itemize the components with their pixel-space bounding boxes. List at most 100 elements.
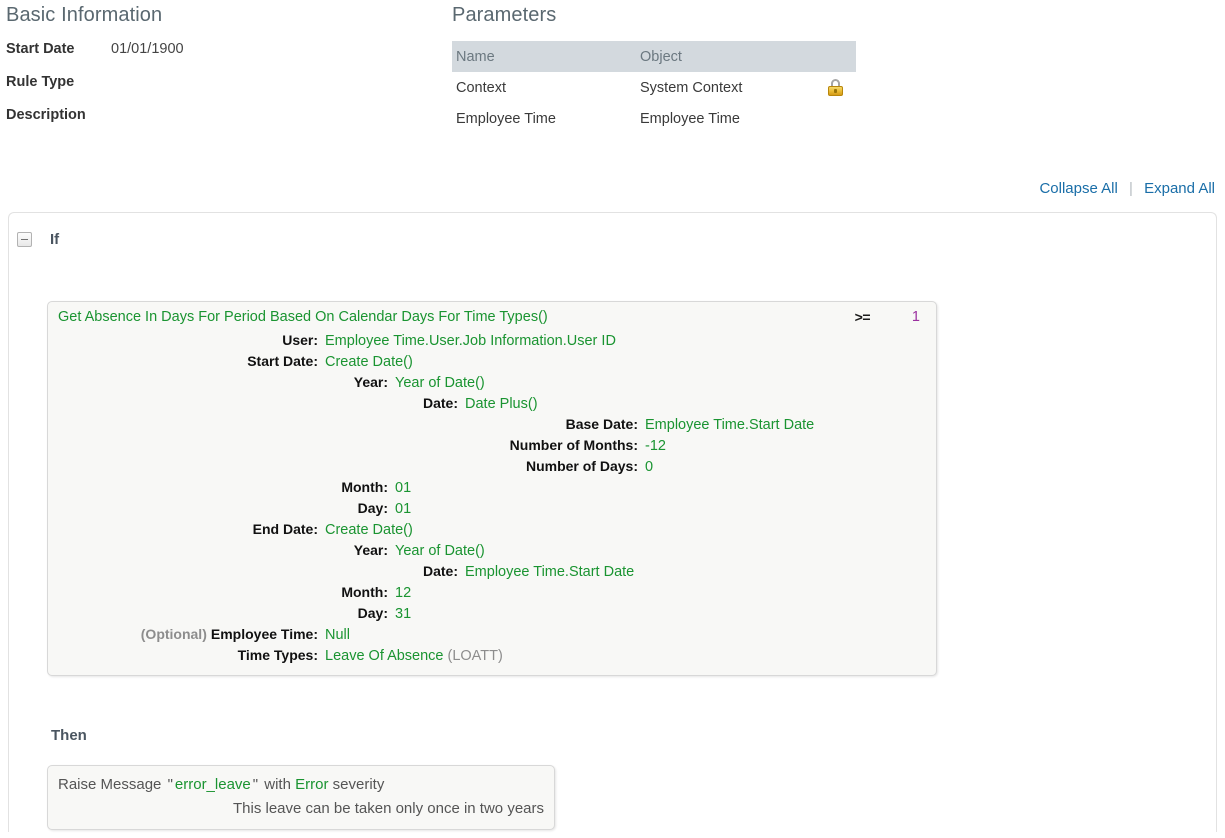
top-info-area: Basic Information Start Date 01/01/1900 …: [0, 0, 1225, 172]
condition-function-header: Get Absence In Days For Period Based On …: [58, 309, 926, 330]
argument-label-text: Date:: [422, 395, 458, 411]
condition-argument-row: Month: 12: [58, 582, 926, 603]
argument-value: Year of Date(): [395, 543, 485, 559]
condition-argument-row: Base Date: Employee Time.Start Date: [58, 414, 926, 435]
column-header-object: Object: [636, 41, 814, 72]
rule-editor-container: If Get Absence In Days For Period Based …: [8, 212, 1217, 832]
description-label: Description: [6, 107, 86, 123]
basic-info-row-description: Description: [6, 107, 426, 140]
argument-value: Employee Time.User.Job Information.User …: [325, 333, 616, 349]
argument-label-text: Year:: [353, 374, 388, 390]
link-divider: |: [1129, 180, 1133, 197]
condition-argument-row: Date: Date Plus(): [58, 393, 926, 414]
parameter-name-employee-time: Employee Time: [456, 111, 556, 127]
then-label: Then: [51, 727, 87, 744]
argument-label: Number of Months:: [58, 435, 638, 456]
argument-value: Employee Time.Start Date: [465, 564, 635, 580]
argument-value: Create Date(): [325, 522, 413, 538]
condition-argument-row: Year: Year of Date(): [58, 540, 926, 561]
collapse-expand-bar: Collapse All | Expand All: [1039, 180, 1215, 197]
argument-label-text: Day:: [357, 605, 388, 621]
condition-argument-row: Time Types: Leave Of Absence (LOATT): [58, 645, 926, 666]
argument-value: 12: [395, 585, 412, 601]
argument-value: 01: [395, 480, 412, 496]
argument-label-text: Time Types:: [237, 647, 318, 663]
condition-argument-row: Day: 01: [58, 498, 926, 519]
rule-type-label: Rule Type: [6, 74, 75, 90]
argument-label: Number of Days:: [58, 456, 638, 477]
argument-label: Day:: [58, 498, 388, 519]
table-row: Context System Context: [452, 72, 856, 104]
raise-message-verb: Raise Message: [58, 776, 162, 793]
severity-word: severity: [332, 776, 385, 793]
with-word: with: [264, 776, 291, 793]
basic-info-row-start-date: Start Date 01/01/1900: [6, 41, 426, 74]
close-quote: ": [252, 776, 259, 793]
condition-argument-row: Number of Months: -12: [58, 435, 926, 456]
expand-all-link[interactable]: Expand All: [1144, 180, 1215, 197]
message-key: error_leave: [174, 776, 251, 793]
parameter-object-context: System Context: [640, 80, 743, 96]
argument-label-text: Year:: [353, 542, 388, 558]
argument-label: (Optional) Employee Time:: [58, 624, 318, 645]
argument-label: Date:: [58, 561, 458, 582]
parameters-table: Name Object Context System Context Emplo…: [452, 41, 856, 134]
argument-value-suffix: (LOATT): [447, 648, 503, 664]
message-text: This leave can be taken only once in two…: [232, 800, 544, 817]
action-expression-box[interactable]: Raise Message " error_leave " with Error s…: [47, 765, 555, 830]
argument-label-text: User:: [282, 332, 318, 348]
parameters-header-row: Name Object: [452, 41, 856, 72]
argument-label: Base Date:: [58, 414, 638, 435]
argument-label: Day:: [58, 603, 388, 624]
argument-label-text: Number of Months:: [509, 437, 638, 453]
basic-info-row-rule-type: Rule Type: [6, 74, 426, 107]
argument-label: Time Types:: [58, 645, 318, 666]
argument-value: Year of Date(): [395, 375, 485, 391]
argument-label-text: Employee Time:: [210, 626, 318, 642]
argument-value: 01: [395, 501, 412, 517]
condition-expression-box[interactable]: Get Absence In Days For Period Based On …: [47, 301, 937, 676]
start-date-value: 01/01/1900: [111, 41, 184, 57]
basic-information-section: Basic Information Start Date 01/01/1900 …: [6, 4, 426, 140]
argument-label: Month:: [58, 582, 388, 603]
argument-label: Start Date:: [58, 351, 318, 372]
argument-label-text: End Date:: [252, 521, 318, 537]
argument-label-text: Day:: [357, 500, 388, 516]
argument-label-text: Month:: [341, 479, 388, 495]
argument-value: Null: [325, 627, 350, 643]
collapse-all-link[interactable]: Collapse All: [1039, 180, 1117, 197]
argument-value: Create Date(): [325, 354, 413, 370]
argument-value: Date Plus(): [465, 396, 538, 412]
parameters-title: Parameters: [452, 4, 557, 26]
argument-label-text: Month:: [341, 584, 388, 600]
argument-label-text: Base Date:: [565, 416, 638, 432]
parameter-lock-cell-empty: [814, 104, 856, 134]
condition-argument-row: Number of Days: 0: [58, 456, 926, 477]
condition-argument-row: Start Date: Create Date(): [58, 351, 926, 372]
argument-label: User:: [58, 330, 318, 351]
lock-icon: [827, 79, 843, 96]
condition-argument-row: End Date: Create Date(): [58, 519, 926, 540]
argument-label: End Date:: [58, 519, 318, 540]
argument-label-text: Start Date:: [247, 353, 318, 369]
if-section-header: If: [17, 231, 59, 248]
condition-argument-row: Day: 31: [58, 603, 926, 624]
argument-label-text: Date:: [422, 563, 458, 579]
start-date-label: Start Date: [6, 41, 75, 57]
column-header-lock: [814, 41, 856, 72]
open-quote: ": [167, 776, 173, 793]
condition-argument-row: Year: Year of Date(): [58, 372, 926, 393]
argument-value: -12: [645, 438, 666, 454]
parameter-object-employee-time: Employee Time: [640, 111, 740, 127]
table-row: Employee Time Employee Time: [452, 104, 856, 134]
basic-information-title: Basic Information: [6, 4, 163, 26]
argument-label-text: Number of Days:: [525, 458, 638, 474]
argument-label: Date:: [58, 393, 458, 414]
argument-label: Month:: [58, 477, 388, 498]
severity-value: Error: [295, 776, 329, 793]
condition-argument-row: Month: 01: [58, 477, 926, 498]
argument-value: Employee Time.Start Date: [645, 417, 815, 433]
condition-argument-row: User: Employee Time.User.Job Information.…: [58, 330, 926, 351]
condition-argument-row: (Optional) Employee Time: Null: [58, 624, 926, 645]
minus-box-icon[interactable]: [17, 232, 32, 247]
